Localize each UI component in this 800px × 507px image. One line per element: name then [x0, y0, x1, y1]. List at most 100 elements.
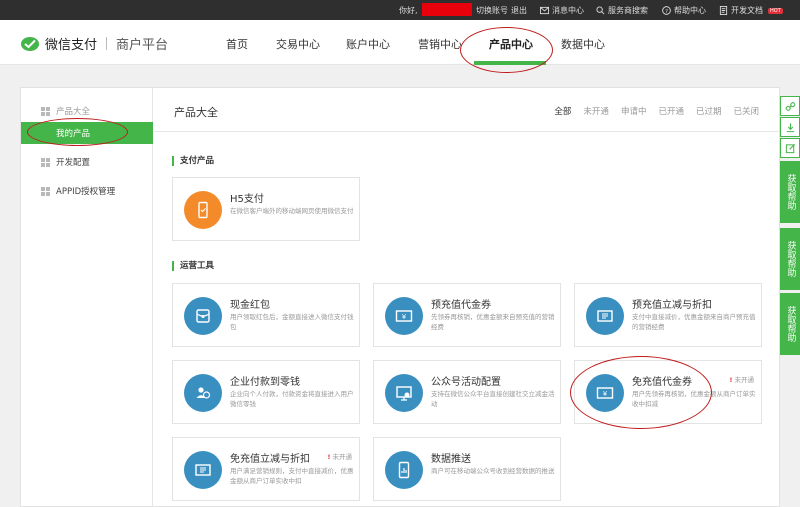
product-card-prepaid-voucher[interactable]: ¥ 预充值代金券 先领券再核销，优惠金额来自预充值的营销经费 — [373, 283, 561, 347]
product-name: 预充值立减与折扣 — [632, 300, 712, 311]
help-icon: ? — [662, 6, 671, 15]
product-desc: 先领券再核销，优惠金额来自预充值的营销经费 — [431, 313, 555, 331]
discount-icon — [586, 297, 624, 335]
document-icon — [719, 6, 728, 15]
greeting-text: 你好, — [399, 6, 418, 15]
main-header: 微信支付 商户平台 首页 交易中心 账户中心 营销中心 产品中心 数据中心 — [0, 20, 800, 65]
redacted-username — [422, 3, 472, 16]
get-help-button[interactable]: 获取帮助 — [780, 228, 800, 290]
product-content: 产品大全 全部 未开通 申请中 已开通 已过期 已关闭 支付产品 H5支付 在微… — [154, 88, 779, 506]
phone-icon — [184, 191, 222, 229]
get-help-button[interactable]: 获取帮助 — [780, 161, 800, 223]
filter-closed[interactable]: 已关闭 — [733, 105, 759, 117]
alert-icon: ! — [729, 376, 733, 384]
help-link[interactable]: ? 帮助中心 — [662, 5, 706, 16]
sidebar: 产品大全 我的产品 开发配置 APPID授权管理 — [21, 88, 153, 506]
product-desc: 商户可在移动端公众号收到经营数据的推送 — [431, 467, 555, 475]
switch-account-link[interactable]: 切换账号 — [476, 5, 508, 16]
search-icon — [596, 6, 605, 15]
product-name: H5支付 — [230, 194, 264, 205]
edit-icon[interactable] — [780, 138, 800, 158]
wechat-pay-logo-icon — [21, 36, 39, 51]
product-desc: 用户领取红包后，金额直接进入微信支付钱包 — [230, 313, 354, 331]
section-title-operation-tools: 运营工具 — [172, 261, 214, 271]
logout-link[interactable]: 退出 — [511, 5, 527, 16]
help-text: 获取帮助 — [785, 306, 796, 342]
status-text: 未开通 — [332, 453, 353, 461]
product-card-official-account-campaign[interactable]: 公众号活动配置 支持在微信公众平台直接创建社交立减金活动 — [373, 360, 561, 424]
sidebar-item-label: 开发配置 — [56, 158, 91, 168]
sidebar-item-dev-config[interactable]: 开发配置 — [21, 151, 153, 173]
product-card-enterprise-transfer[interactable]: 企业付款到零钱 企业向个人付款，付款资金将直接进入用户微信零钱 — [172, 360, 360, 424]
annotation-ellipse — [460, 27, 553, 73]
product-card-cash-red-packet[interactable]: 现金红包 用户领取红包后，金额直接进入微信支付钱包 — [172, 283, 360, 347]
nav-marketing-center[interactable]: 营销中心 — [418, 36, 462, 52]
product-card-free-discount[interactable]: 免充值立减与折扣 ! 未开通 用户满足营销规则，支付中直接减价，优惠金额从商户订单… — [172, 437, 360, 501]
dev-docs-label: 开发文档 — [731, 6, 763, 15]
product-desc: 支持在微信公众平台直接创建社交立减金活动 — [431, 390, 555, 408]
search-provider-link[interactable]: 服务商搜索 — [596, 5, 648, 16]
product-name: 企业付款到零钱 — [230, 377, 300, 388]
dev-docs-link[interactable]: 开发文档 HOT — [719, 5, 783, 16]
discount-icon — [184, 451, 222, 489]
link-icon[interactable] — [780, 96, 800, 116]
filter-activated[interactable]: 已开通 — [658, 105, 684, 117]
product-desc: 在微信客户端外的移动端网页使用微信支付 — [230, 207, 354, 215]
nav-trade-center[interactable]: 交易中心 — [276, 36, 320, 52]
search-provider-label: 服务商搜索 — [608, 6, 648, 15]
grid-icon — [41, 157, 50, 167]
status-text: 未开通 — [734, 376, 755, 384]
brand-name: 微信支付 — [45, 38, 98, 53]
nav-data-center[interactable]: 数据中心 — [561, 36, 605, 52]
annotation-ellipse — [570, 356, 712, 429]
nav-account-center[interactable]: 账户中心 — [346, 36, 390, 52]
hot-badge: HOT — [768, 7, 783, 14]
filter-not-activated[interactable]: 未开通 — [583, 105, 609, 117]
title-divider — [154, 131, 779, 132]
voucher-icon: ¥ — [385, 297, 423, 335]
product-card-h5-pay[interactable]: H5支付 在微信客户端外的移动端网页使用微信支付 — [172, 177, 360, 241]
svg-text:?: ? — [665, 9, 668, 15]
help-text: 获取帮助 — [785, 174, 796, 210]
brand-logo[interactable]: 微信支付 商户平台 — [20, 34, 168, 53]
filter-all[interactable]: 全部 — [554, 105, 571, 117]
status-badge: ! 未开通 — [328, 451, 352, 461]
product-card-prepaid-discount[interactable]: 预充值立减与折扣 支付中直接减价，优惠金额来自商户预充值的营销经费 — [574, 283, 762, 347]
product-name: 预充值代金券 — [431, 300, 491, 311]
sidebar-item-label: 产品大全 — [56, 107, 91, 117]
product-desc: 企业向个人付款，付款资金将直接进入用户微信零钱 — [230, 390, 354, 408]
product-name: 现金红包 — [230, 300, 270, 311]
filter-expired[interactable]: 已过期 — [696, 105, 722, 117]
sidebar-item-appid-auth[interactable]: APPID授权管理 — [21, 180, 153, 202]
main-panel: 产品大全 我的产品 开发配置 APPID授权管理 产品大全 全部 未开通 申请中… — [20, 87, 780, 507]
grid-icon — [41, 106, 50, 116]
annotation-ellipse — [27, 118, 128, 146]
page-title: 产品大全 — [174, 106, 218, 119]
platform-name: 商户平台 — [116, 38, 169, 53]
help-label: 帮助中心 — [674, 6, 706, 15]
red-packet-icon — [184, 297, 222, 335]
product-desc: 支付中直接减价，优惠金额来自商户预充值的营销经费 — [632, 313, 756, 331]
product-card-data-push[interactable]: 数据推送 商户可在移动端公众号收到经营数据的推送 — [373, 437, 561, 501]
brand-divider — [106, 37, 108, 50]
sidebar-item-label: APPID授权管理 — [56, 187, 116, 197]
filter-applying[interactable]: 申请中 — [621, 105, 647, 117]
data-push-icon — [385, 451, 423, 489]
nav-home[interactable]: 首页 — [226, 36, 248, 52]
svg-text:¥: ¥ — [402, 313, 407, 321]
status-badge: ! 未开通 — [730, 374, 754, 384]
status-filters: 全部 未开通 申请中 已开通 已过期 已关闭 — [554, 105, 759, 117]
top-bar: 你好, 切换账号 退出 消息中心 服务商搜索 ? 帮助中心 开发文档 HOT — [0, 0, 800, 20]
messages-link[interactable]: 消息中心 — [540, 5, 584, 16]
download-icon[interactable] — [780, 117, 800, 137]
mail-icon — [540, 6, 549, 15]
section-title-payment-products: 支付产品 — [172, 156, 214, 166]
help-text: 获取帮助 — [785, 241, 796, 277]
product-name: 公众号活动配置 — [431, 377, 501, 388]
alert-icon: ! — [327, 453, 331, 461]
messages-label: 消息中心 — [552, 6, 584, 15]
product-desc: 用户满足营销规则，支付中直接减价，优惠金额从商户订单实收中扣 — [230, 467, 354, 485]
get-help-button[interactable]: 获取帮助 — [780, 293, 800, 355]
product-name: 免充值立减与折扣 — [230, 454, 310, 465]
campaign-icon — [385, 374, 423, 412]
